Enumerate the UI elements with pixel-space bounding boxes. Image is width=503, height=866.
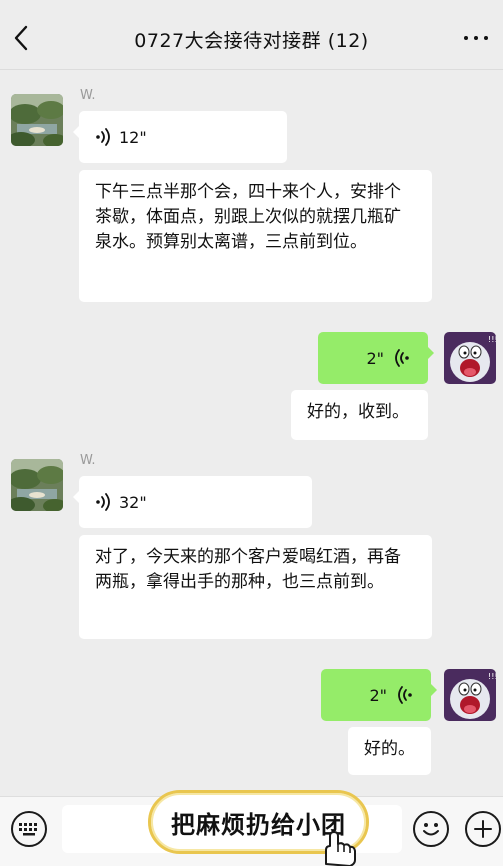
svg-text:!!!: !!! <box>488 672 496 681</box>
avatar-w[interactable] <box>11 459 63 511</box>
voice-duration: 2" <box>369 685 387 705</box>
chat-title: 0727大会接待对接群 (12) <box>134 30 369 52</box>
keyboard-icon <box>19 823 37 836</box>
message-text: 好的。 <box>364 739 415 759</box>
text-message-self[interactable]: 好的，收到。 <box>291 390 428 440</box>
landscape-avatar-icon <box>11 94 63 146</box>
voice-message-self[interactable]: 2" <box>321 669 437 721</box>
voice-wave-icon <box>96 493 110 511</box>
text-message[interactable]: 下午三点半那个会，四十来个人，安排个茶歇，体面点，别跟上次似的就摆几瓶矿泉水。预… <box>79 170 432 302</box>
message-text: 对了，今天来的那个客户爱喝红酒，再备两瓶，拿得出手的那种，也三点前到。 <box>95 547 401 592</box>
text-message-self[interactable]: 好的。 <box>348 727 431 775</box>
emoji-icon <box>423 823 439 836</box>
landscape-avatar-icon <box>11 459 63 511</box>
message-text: 好的，收到。 <box>307 402 409 422</box>
plus-button[interactable] <box>465 811 501 847</box>
emoji-button[interactable] <box>413 811 449 847</box>
avatar-self[interactable]: !!! <box>444 332 496 384</box>
voice-message[interactable]: 12" <box>73 111 287 163</box>
voice-message[interactable]: 32" <box>73 476 312 528</box>
voice-wave-icon <box>395 349 409 367</box>
doraemon-avatar-icon: !!! <box>444 669 496 721</box>
message-text: 下午三点半那个会，四十来个人，安排个茶歇，体面点，别跟上次似的就摆几瓶矿泉水。预… <box>95 182 401 252</box>
avatar-w[interactable] <box>11 94 63 146</box>
voice-wave-icon <box>398 686 412 704</box>
sender-name: W. <box>80 88 96 103</box>
more-horizontal-icon <box>464 36 468 40</box>
plus-icon <box>474 820 492 838</box>
avatar-self[interactable]: !!! <box>444 669 496 721</box>
voice-duration: 12" <box>119 127 147 147</box>
svg-text:!!!: !!! <box>488 335 496 344</box>
chat-header: 0727大会接待对接群 (12) <box>0 0 503 70</box>
more-dot <box>474 36 478 40</box>
more-dot <box>484 36 488 40</box>
doraemon-avatar-icon: !!! <box>444 332 496 384</box>
voice-message-self[interactable]: 2" <box>318 332 434 384</box>
voice-duration: 2" <box>366 348 384 368</box>
more-button[interactable] <box>463 26 489 48</box>
text-message[interactable]: 对了，今天来的那个客户爱喝红酒，再备两瓶，拿得出手的那种，也三点前到。 <box>79 535 432 639</box>
voice-wave-icon <box>96 128 110 146</box>
keyboard-button[interactable] <box>11 811 47 847</box>
pointing-hand-icon <box>325 831 356 866</box>
voice-duration: 32" <box>119 492 147 512</box>
sender-name: W. <box>80 453 96 468</box>
